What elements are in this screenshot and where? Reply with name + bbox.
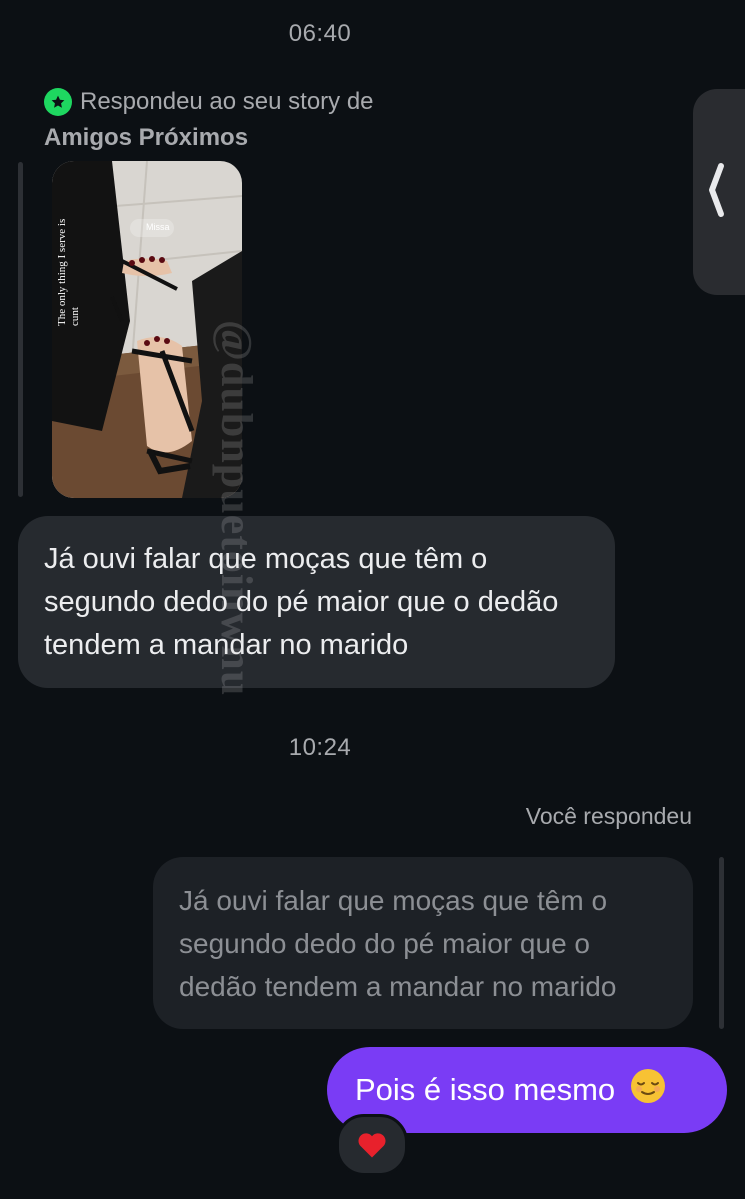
timestamp-top: 06:40 (288, 20, 352, 47)
location-sticker: Missa (146, 222, 170, 232)
timestamp-middle: 10:24 (288, 734, 352, 761)
story-reply-header: Respondeu ao seu story de Amigos Próximo… (44, 88, 374, 152)
story-caption: The only thing I serve is cunt (56, 218, 81, 326)
close-friends-label: Amigos Próximos (44, 124, 249, 151)
outgoing-message-text: Pois é isso mesmo (355, 1072, 616, 1107)
quoted-message-bubble[interactable]: Já ouvi falar que moças que têm o segund… (153, 857, 693, 1029)
reply-indicator-bar (18, 162, 23, 497)
close-friends-star-icon (44, 88, 72, 116)
heart-reaction[interactable] (336, 1114, 408, 1176)
quote-indicator-bar (719, 857, 724, 1029)
heart-icon (358, 1133, 386, 1158)
side-panel-handle[interactable] (693, 89, 745, 295)
you-replied-label: Você respondeu (525, 803, 692, 829)
incoming-message-bubble[interactable]: Já ouvi falar que moças que têm o segund… (18, 516, 615, 688)
story-reply-label: Respondeu ao seu story de (80, 88, 374, 115)
story-thumbnail[interactable]: Missa The only thing I serve is cunt (52, 161, 242, 498)
chevron-left-icon (709, 163, 724, 217)
relieved-face-emoji-icon (629, 1067, 667, 1113)
